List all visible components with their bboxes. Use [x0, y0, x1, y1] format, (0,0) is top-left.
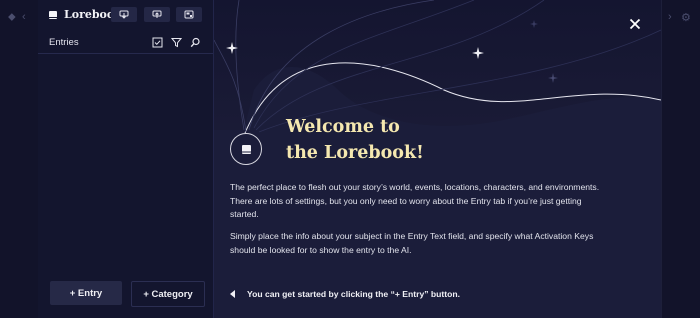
search-button[interactable] — [189, 36, 201, 48]
arrow-left-icon — [230, 290, 235, 298]
get-started-text: You can get started by clicking the “+ E… — [247, 289, 461, 299]
entries-bar: Entries — [38, 31, 213, 54]
search-icon — [190, 37, 200, 47]
lorebook-emblem — [230, 133, 262, 165]
welcome-title-line2: the Lorebook! — [286, 143, 424, 163]
entries-label: Entries — [49, 37, 79, 48]
settings-card-button[interactable] — [176, 7, 202, 22]
import-icon — [119, 10, 129, 19]
export-button[interactable] — [144, 7, 170, 22]
add-entry-button[interactable]: + Entry — [50, 281, 122, 305]
add-entry-label: + Entry — [69, 287, 103, 299]
entries-list — [38, 54, 213, 278]
welcome-panel: Welcome to the Lorebook! The perfect pla… — [214, 0, 661, 318]
checkbox-icon — [152, 37, 162, 47]
close-icon[interactable] — [629, 18, 641, 30]
sidebar-footer: + Entry + Category — [38, 278, 213, 318]
right-rail-chevron-icon[interactable]: › — [668, 11, 672, 23]
left-rail: ⬥ ‹ — [0, 0, 39, 318]
export-icon — [152, 10, 162, 18]
filter-icon — [170, 37, 182, 47]
import-button[interactable] — [111, 7, 137, 22]
right-rail: › ⚙ — [661, 0, 700, 318]
book-icon — [49, 10, 57, 19]
left-rail-chevron-icon[interactable]: ‹ — [22, 11, 26, 23]
instructions-paragraph: Simply place the info about your subject… — [230, 231, 594, 255]
select-toggle-button[interactable] — [151, 36, 163, 48]
welcome-title-line1: Welcome to — [286, 117, 400, 137]
get-started-hint: You can get started by clicking the “+ E… — [230, 289, 460, 299]
book-icon — [241, 144, 251, 154]
lorebook-sidebar: Lorebook Entries + Entry + Category — [38, 0, 214, 318]
add-category-button[interactable]: + Category — [131, 281, 205, 307]
left-rail-icon[interactable]: ⬥ — [8, 11, 16, 24]
filter-button[interactable] — [170, 36, 182, 48]
add-category-label: + Category — [143, 288, 193, 300]
settings-card-icon — [184, 10, 194, 19]
welcome-title: Welcome to the Lorebook! — [286, 114, 486, 166]
intro-paragraph: The perfect place to flesh out your stor… — [230, 182, 600, 219]
sidebar-header: Lorebook — [38, 0, 213, 30]
gear-icon[interactable]: ⚙ — [681, 11, 691, 24]
